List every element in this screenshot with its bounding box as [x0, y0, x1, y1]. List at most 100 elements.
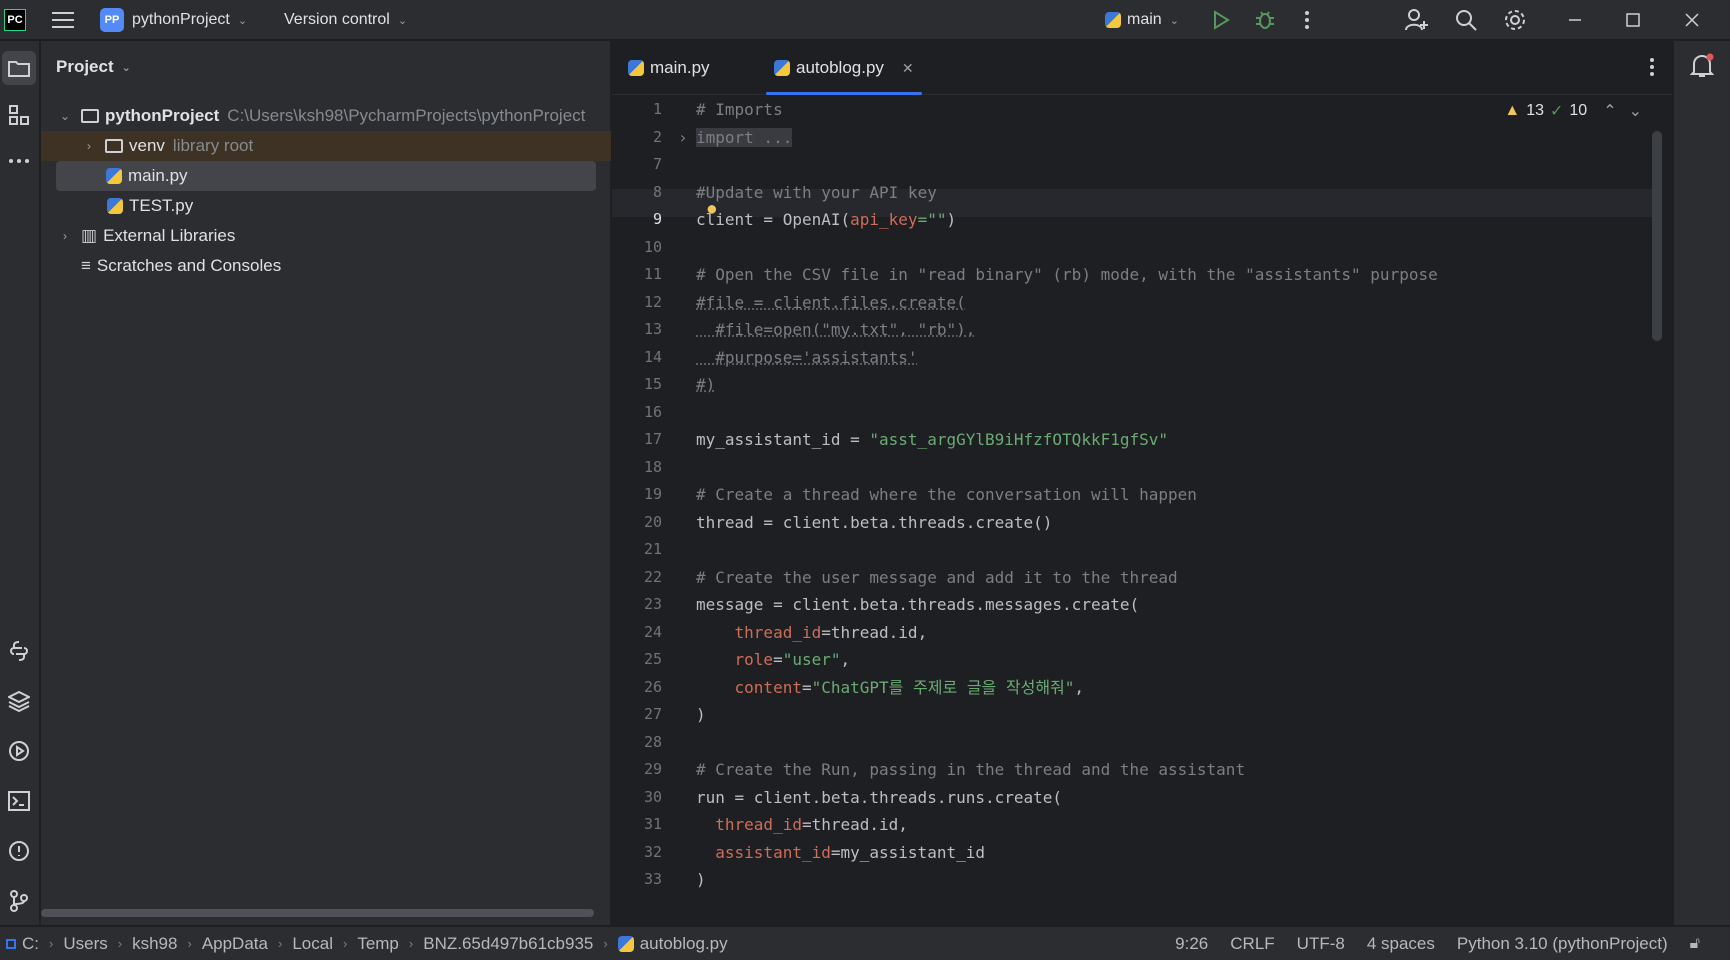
code-line[interactable]: #file = client.files.create(: [696, 289, 966, 317]
code-line[interactable]: # Imports: [696, 96, 783, 124]
code-line[interactable]: content="ChatGPT를 주제로 글을 작성해줘",: [696, 674, 1085, 702]
line-number[interactable]: 21: [612, 536, 662, 564]
line-number[interactable]: 10: [612, 234, 662, 262]
tree-item-test-py[interactable]: TEST.py: [41, 191, 611, 221]
line-number[interactable]: 26: [612, 674, 662, 702]
version-control-menu[interactable]: Version control ⌄: [284, 0, 407, 40]
code-line[interactable]: assistant_id=my_assistant_id: [696, 839, 985, 867]
code-with-me-button[interactable]: [1397, 0, 1437, 40]
python-interpreter[interactable]: Python 3.10 (pythonProject): [1457, 934, 1668, 954]
more-actions-button[interactable]: [1287, 0, 1327, 40]
python-packages-button[interactable]: [2, 684, 36, 718]
terminal-button[interactable]: [2, 784, 36, 818]
line-number[interactable]: 14: [612, 344, 662, 372]
tree-item-venv[interactable]: › venv library root: [41, 131, 611, 161]
code-line[interactable]: › import ...: [678, 124, 793, 152]
line-number[interactable]: 15: [612, 371, 662, 399]
line-number[interactable]: 32: [612, 839, 662, 867]
code-line[interactable]: #file=open("my.txt", "rb"),: [696, 316, 975, 344]
run-button[interactable]: [1201, 0, 1241, 40]
line-number[interactable]: 12: [612, 289, 662, 317]
code-editor[interactable]: # Imports › import ... # ● Update with your…: [678, 96, 1656, 925]
fold-chevron-icon[interactable]: ›: [678, 124, 688, 152]
tab-autoblog-py[interactable]: autoblog.py ✕: [766, 41, 922, 95]
close-tab-icon[interactable]: ✕: [902, 60, 914, 77]
breadcrumb-item[interactable]: Local: [292, 934, 333, 954]
line-number[interactable]: 25: [612, 646, 662, 674]
breadcrumb-item[interactable]: Temp: [357, 934, 399, 954]
caret-position[interactable]: 9:26: [1175, 934, 1208, 954]
line-number[interactable]: 23: [612, 591, 662, 619]
code-line[interactable]: client = OpenAI(api_key=""): [696, 206, 956, 234]
breadcrumb-item[interactable]: C:: [22, 934, 39, 954]
code-line[interactable]: #purpose='assistants': [696, 344, 917, 372]
lock-icon[interactable]: 🔓︎: [1690, 935, 1700, 953]
code-line[interactable]: role="user",: [696, 646, 851, 674]
project-panel-header[interactable]: Project ⌄: [56, 57, 131, 77]
python-console-button[interactable]: [2, 634, 36, 668]
code-line[interactable]: # ● Update with your API key: [696, 179, 937, 217]
run-config-selector[interactable]: main ⌄: [1105, 0, 1179, 40]
line-number[interactable]: 9: [612, 206, 662, 234]
line-number[interactable]: 29: [612, 756, 662, 784]
tabs-more-button[interactable]: [1650, 58, 1654, 81]
line-number[interactable]: 20: [612, 509, 662, 537]
line-number[interactable]: 24: [612, 619, 662, 647]
services-button[interactable]: [2, 734, 36, 768]
chevron-right-icon[interactable]: ›: [81, 139, 97, 153]
line-number[interactable]: 7: [612, 151, 662, 179]
code-line[interactable]: thread_id=thread.id,: [696, 811, 908, 839]
tree-item-root[interactable]: ⌄ pythonProject C:\Users\ksh98\PycharmPr…: [41, 101, 611, 131]
line-number[interactable]: 17: [612, 426, 662, 454]
line-number[interactable]: 28: [612, 729, 662, 757]
more-tools-button[interactable]: [2, 144, 36, 178]
breadcrumb-item[interactable]: ksh98: [132, 934, 177, 954]
breadcrumb-item[interactable]: BNZ.65d497b61cb935: [423, 934, 593, 954]
main-menu-button[interactable]: [43, 0, 83, 40]
code-line[interactable]: # Create the Run, passing in the thread …: [696, 756, 1245, 784]
project-switcher[interactable]: PP pythonProject ⌄: [100, 0, 247, 40]
line-number[interactable]: 18: [612, 454, 662, 482]
code-line[interactable]: # Create the user message and add it to …: [696, 564, 1178, 592]
line-number[interactable]: 11: [612, 261, 662, 289]
project-tool-button[interactable]: [2, 51, 36, 85]
search-button[interactable]: [1446, 0, 1486, 40]
git-button[interactable]: [2, 884, 36, 918]
horizontal-scrollbar[interactable]: [41, 909, 594, 917]
line-number[interactable]: 16: [612, 399, 662, 427]
line-separator[interactable]: CRLF: [1230, 934, 1274, 954]
chevron-right-icon[interactable]: ›: [57, 229, 73, 243]
line-number[interactable]: 2: [612, 124, 662, 152]
notifications-button[interactable]: [1689, 53, 1715, 84]
tab-main-py[interactable]: main.py: [628, 41, 710, 95]
debug-button[interactable]: [1245, 0, 1285, 40]
code-line[interactable]: ): [696, 701, 706, 729]
problems-button[interactable]: [2, 834, 36, 868]
code-line[interactable]: thread = client.beta.threads.create(): [696, 509, 1052, 537]
code-line[interactable]: # Create a thread where the conversation…: [696, 481, 1197, 509]
chevron-down-icon[interactable]: ⌄: [57, 109, 73, 123]
code-line[interactable]: run = client.beta.threads.runs.create(: [696, 784, 1062, 812]
line-number[interactable]: 22: [612, 564, 662, 592]
breadcrumb-item[interactable]: AppData: [202, 934, 268, 954]
minimize-button[interactable]: [1555, 0, 1595, 40]
vertical-scrollbar[interactable]: [1652, 131, 1662, 341]
line-number[interactable]: 33: [612, 866, 662, 894]
code-line[interactable]: my_assistant_id = "asst_argGYlB9iHfzfOTQ…: [696, 426, 1168, 454]
line-number[interactable]: 19: [612, 481, 662, 509]
code-line[interactable]: thread_id=thread.id,: [696, 619, 928, 647]
close-window-button[interactable]: [1672, 0, 1712, 40]
tree-item-external-libraries[interactable]: › ▥ External Libraries: [41, 221, 611, 251]
code-line[interactable]: # Open the CSV file in "read binary" (rb…: [696, 261, 1438, 289]
line-number[interactable]: 27: [612, 701, 662, 729]
structure-tool-button[interactable]: [2, 98, 36, 132]
code-line[interactable]: message = client.beta.threads.messages.c…: [696, 591, 1139, 619]
line-number[interactable]: 31: [612, 811, 662, 839]
breadcrumb-item[interactable]: autoblog.py: [640, 934, 728, 954]
line-number[interactable]: 8: [612, 179, 662, 207]
breadcrumb-item[interactable]: Users: [63, 934, 107, 954]
file-encoding[interactable]: UTF-8: [1297, 934, 1345, 954]
indent-setting[interactable]: 4 spaces: [1367, 934, 1435, 954]
line-number[interactable]: 30: [612, 784, 662, 812]
code-line[interactable]: #): [696, 371, 715, 399]
